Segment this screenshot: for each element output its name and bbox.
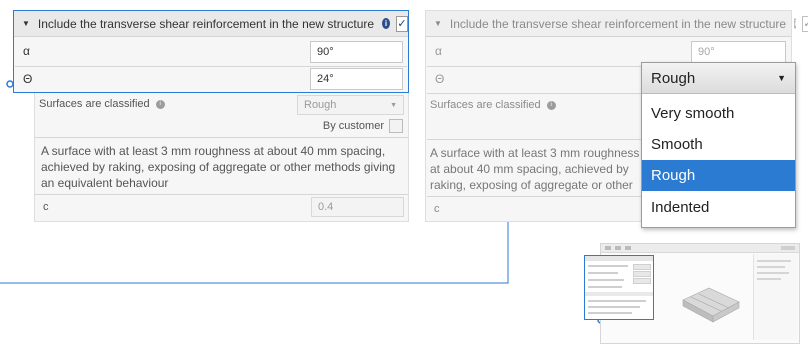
collapse-triangle-icon[interactable]: ▼: [22, 19, 30, 28]
right-header[interactable]: ▼ Include the transverse shear reinforce…: [426, 11, 808, 37]
surfaces-value: Rough: [304, 99, 337, 111]
option-smooth[interactable]: Smooth: [642, 129, 795, 160]
c-label: c: [43, 201, 49, 213]
alpha-label: α: [435, 44, 442, 58]
collapse-triangle-icon[interactable]: ▼: [434, 19, 442, 28]
shear-reinforcement-checkbox[interactable]: ✓: [395, 15, 408, 32]
left-panel: ▼ Include the transverse shear reinforce…: [13, 10, 409, 93]
surfaces-label: Surfaces are classified: [39, 98, 150, 110]
alpha-input[interactable]: 90°: [691, 41, 786, 63]
dropdown-selected[interactable]: Rough ▼: [642, 63, 795, 94]
surfaces-dropdown[interactable]: Rough ▼: [297, 95, 404, 115]
chevron-down-icon: ▼: [777, 73, 786, 83]
surfaces-label: Surfaces are classified: [430, 99, 541, 111]
left-header-text: Include the transverse shear reinforceme…: [37, 16, 375, 31]
dropdown-selected-value: Rough: [651, 69, 696, 87]
thumb-3d-model: [682, 287, 740, 323]
chevron-down-icon: ▼: [390, 101, 397, 109]
by-customer-label: By customer: [322, 120, 384, 132]
info-icon[interactable]: i: [794, 18, 797, 29]
right-header-text: Include the transverse shear reinforceme…: [449, 16, 787, 31]
theta-label: Θ: [435, 72, 445, 86]
thumb-toolbar-icon: [605, 246, 611, 250]
thumb-toolbar-icon: [781, 246, 795, 250]
help-icon[interactable]: i: [546, 100, 556, 110]
theta-input[interactable]: 24°: [310, 68, 403, 90]
option-very-smooth[interactable]: Very smooth: [642, 98, 795, 129]
option-rough[interactable]: Rough: [642, 160, 795, 191]
left-header[interactable]: ▼ Include the transverse shear reinforce…: [14, 11, 408, 37]
checkbox-icon[interactable]: ✓: [802, 15, 808, 32]
thumb-toolbar-icon: [615, 246, 621, 250]
surface-description: A surface with at least 3 mm roughness a…: [41, 144, 396, 190]
alpha-input[interactable]: 90°: [310, 41, 403, 63]
thumb-toolbar-icon: [625, 246, 631, 250]
alpha-label: α: [23, 44, 30, 58]
info-icon[interactable]: i: [382, 18, 390, 29]
surfaces-dropdown-open[interactable]: Rough ▼ Very smooth Smooth Rough Indente…: [641, 62, 796, 228]
theta-label: Θ: [23, 72, 33, 86]
option-indented[interactable]: Indented: [642, 192, 795, 223]
surface-description: A surface with at least 3 mm roughness a…: [430, 146, 640, 192]
thumb-property-panel: [584, 255, 654, 320]
c-input[interactable]: 0.4: [311, 197, 404, 217]
left-subpanel: Surfaces are classified i Rough ▼ By cust…: [34, 93, 409, 222]
help-icon[interactable]: i: [155, 99, 165, 109]
c-label: c: [434, 203, 440, 215]
by-customer-checkbox[interactable]: [389, 119, 403, 133]
